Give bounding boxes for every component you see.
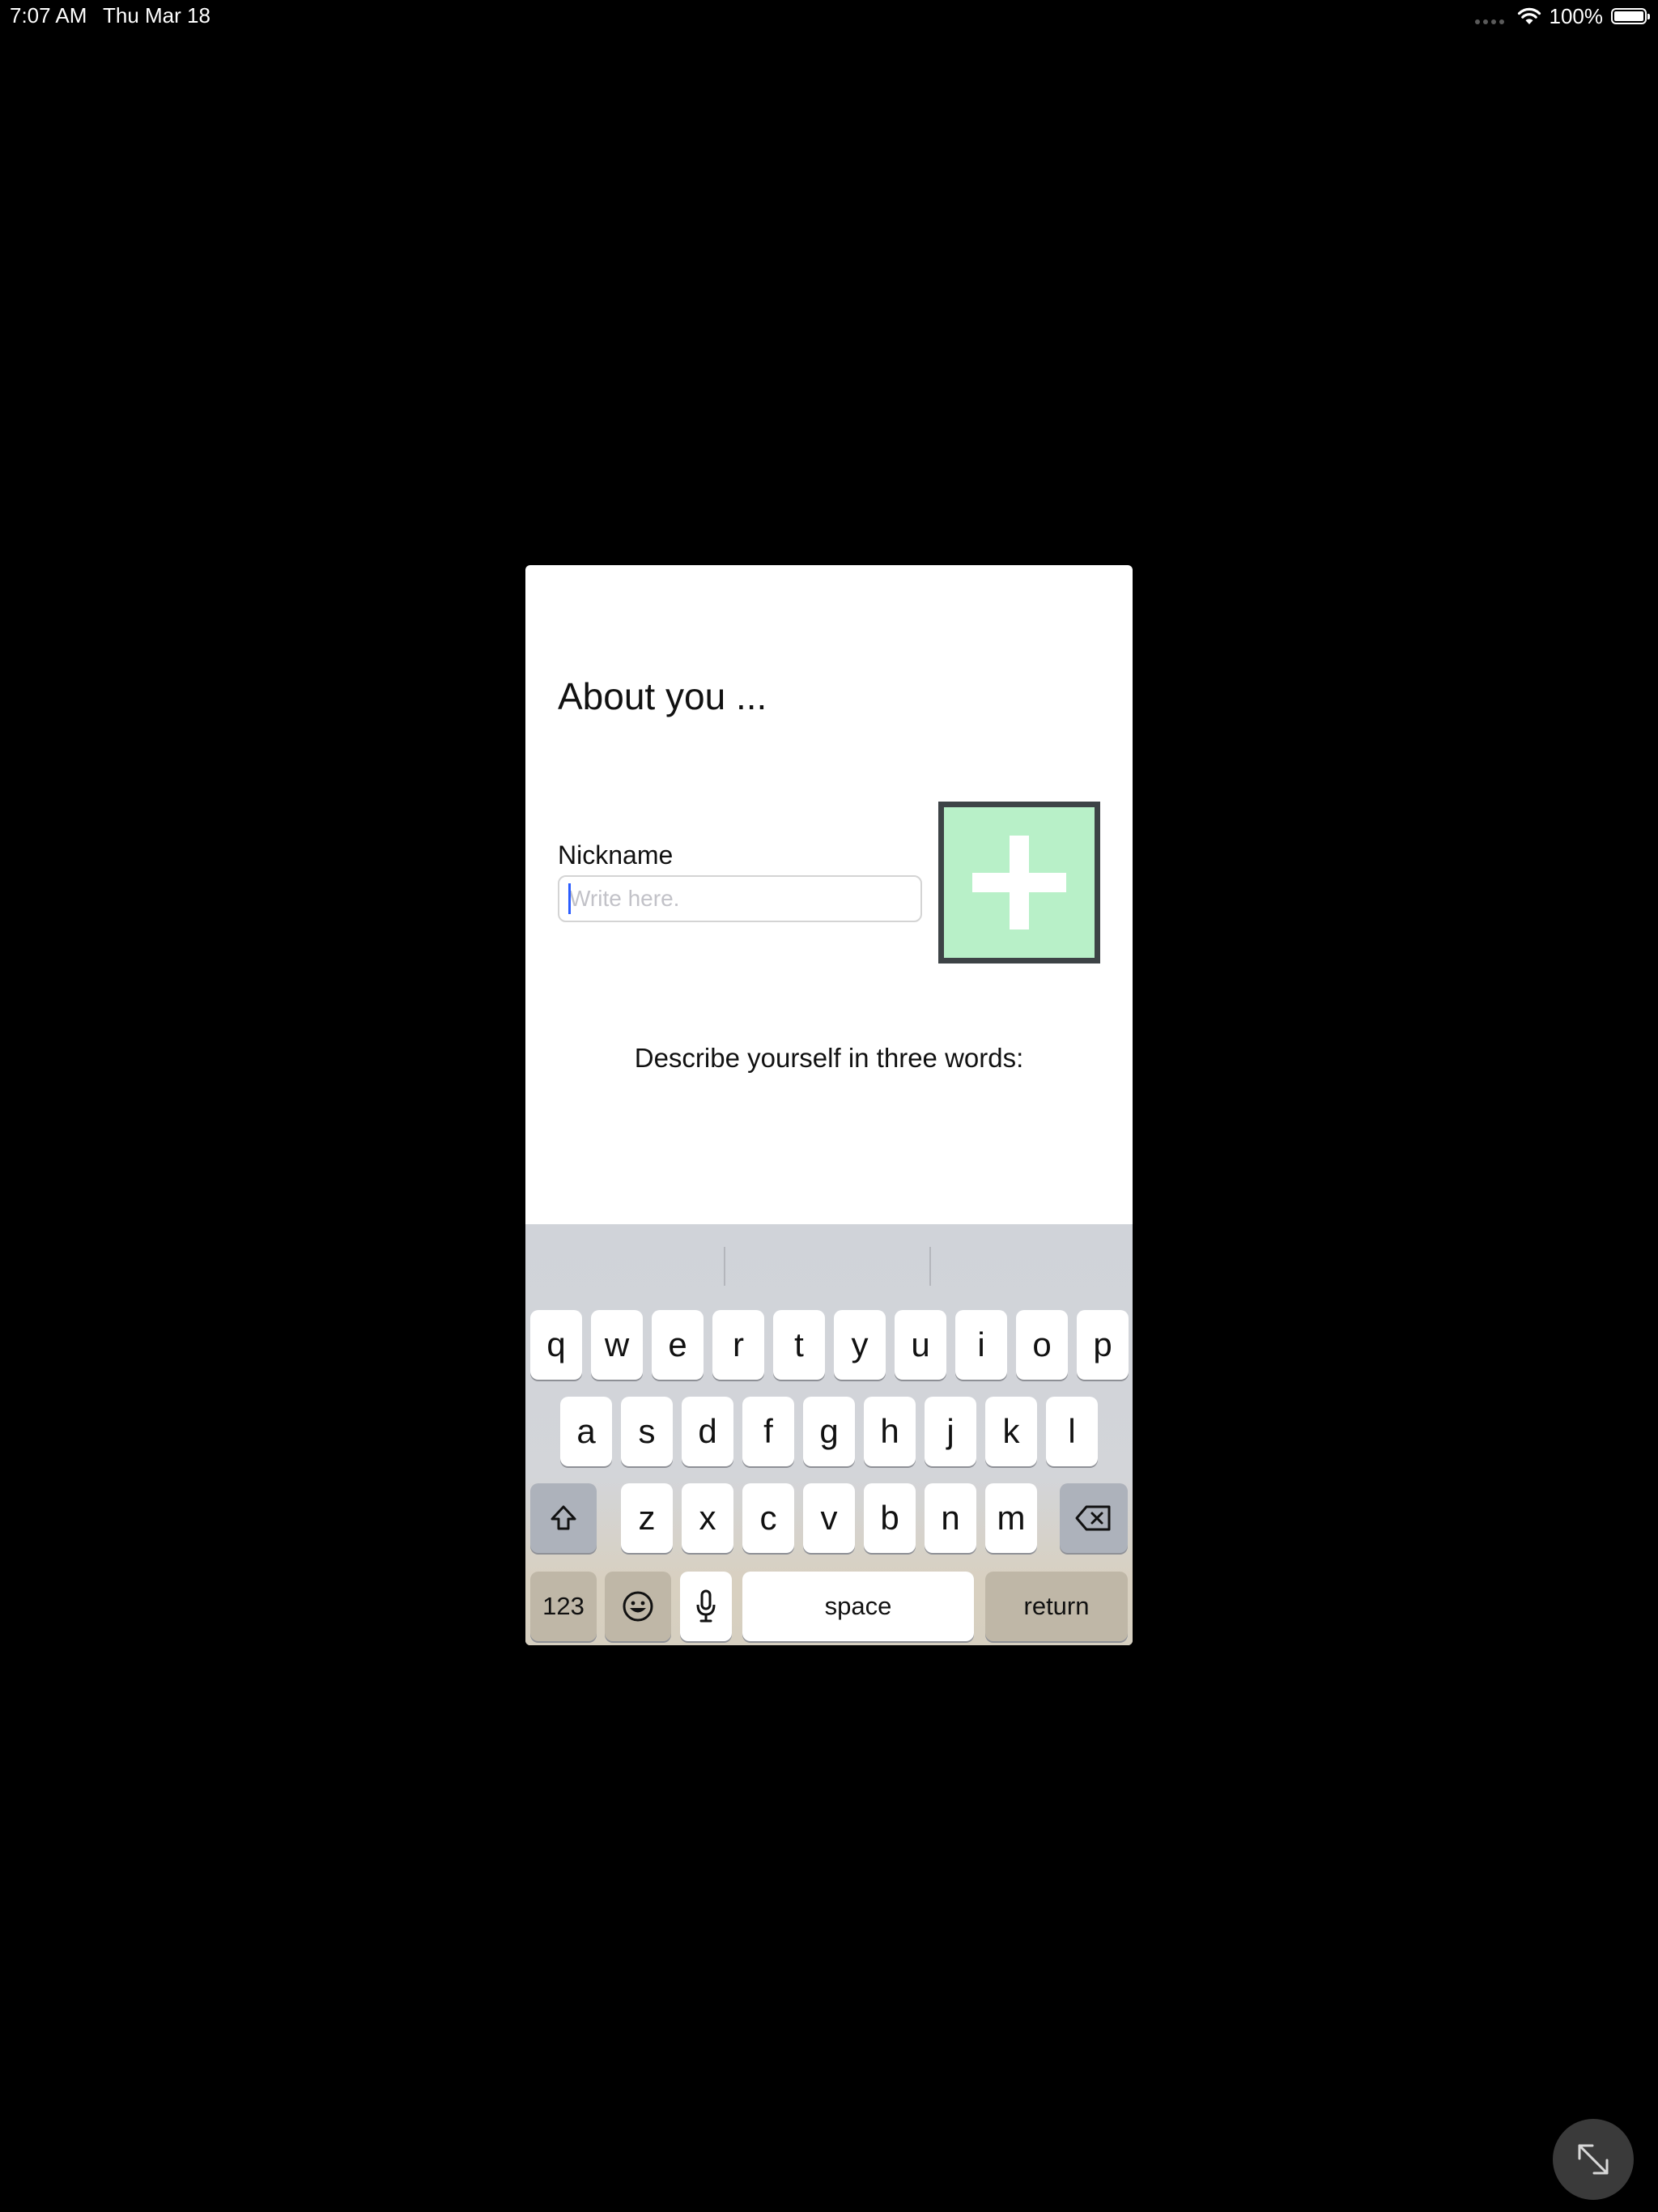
backspace-icon	[1075, 1505, 1111, 1531]
return-key[interactable]: return	[985, 1572, 1128, 1641]
keyboard: qwertyuiop asdfghjkl zxcvbnm 123 space r…	[525, 1224, 1133, 1645]
text-caret	[568, 883, 571, 914]
key-b[interactable]: b	[864, 1483, 916, 1553]
nickname-label: Nickname	[558, 840, 674, 870]
wifi-icon	[1517, 7, 1541, 24]
status-bar: 7:07 AM Thu Mar 18 100%	[0, 0, 1658, 32]
nickname-input[interactable]	[558, 875, 922, 922]
space-key[interactable]: space	[742, 1572, 974, 1641]
battery-percentage: 100%	[1549, 3, 1604, 28]
key-f[interactable]: f	[742, 1397, 794, 1466]
expand-button[interactable]	[1553, 2119, 1634, 2200]
suggestion-divider	[929, 1247, 931, 1286]
key-s[interactable]: s	[621, 1397, 673, 1466]
key-r[interactable]: r	[712, 1310, 764, 1380]
describe-prompt: Describe yourself in three words:	[634, 1043, 1024, 1073]
screen: 7:07 AM Thu Mar 18 100% About you ... Ni…	[0, 0, 1658, 2212]
key-z[interactable]: z	[621, 1483, 673, 1553]
key-u[interactable]: u	[895, 1310, 946, 1380]
plus-icon	[944, 807, 1095, 958]
key-w[interactable]: w	[591, 1310, 643, 1380]
battery-icon	[1611, 8, 1650, 24]
key-t[interactable]: t	[773, 1310, 825, 1380]
key-y[interactable]: y	[834, 1310, 886, 1380]
shift-key[interactable]	[530, 1483, 597, 1553]
key-x[interactable]: x	[682, 1483, 733, 1553]
key-q[interactable]: q	[530, 1310, 582, 1380]
key-c[interactable]: c	[742, 1483, 794, 1553]
backspace-key[interactable]	[1060, 1483, 1128, 1553]
shift-icon	[551, 1505, 576, 1530]
numbers-key[interactable]: 123	[530, 1572, 597, 1641]
suggestion-divider	[724, 1247, 725, 1286]
key-l[interactable]: l	[1046, 1397, 1098, 1466]
status-date: Thu Mar 18	[103, 3, 210, 28]
microphone-key[interactable]	[680, 1572, 732, 1641]
add-photo-button[interactable]	[938, 802, 1100, 963]
app-panel: About you ... Nickname Describe yourself…	[525, 565, 1133, 1645]
key-h[interactable]: h	[864, 1397, 916, 1466]
key-i[interactable]: i	[955, 1310, 1007, 1380]
microphone-icon	[696, 1589, 716, 1623]
key-m[interactable]: m	[985, 1483, 1037, 1553]
key-a[interactable]: a	[560, 1397, 612, 1466]
key-j[interactable]: j	[925, 1397, 976, 1466]
key-p[interactable]: p	[1077, 1310, 1129, 1380]
status-indicators: 100%	[1474, 3, 1650, 29]
cellular-dots-icon	[1474, 8, 1504, 24]
key-n[interactable]: n	[925, 1483, 976, 1553]
key-d[interactable]: d	[682, 1397, 733, 1466]
emoji-icon	[623, 1591, 653, 1622]
key-k[interactable]: k	[985, 1397, 1037, 1466]
expand-arrows-icon	[1578, 2144, 1609, 2175]
page-title: About you ...	[558, 675, 767, 717]
key-g[interactable]: g	[803, 1397, 855, 1466]
suggestion-bar	[525, 1224, 1133, 1304]
status-time: 7:07 AM	[10, 3, 87, 28]
key-o[interactable]: o	[1016, 1310, 1068, 1380]
emoji-key[interactable]	[605, 1572, 671, 1641]
key-e[interactable]: e	[652, 1310, 704, 1380]
key-v[interactable]: v	[803, 1483, 855, 1553]
